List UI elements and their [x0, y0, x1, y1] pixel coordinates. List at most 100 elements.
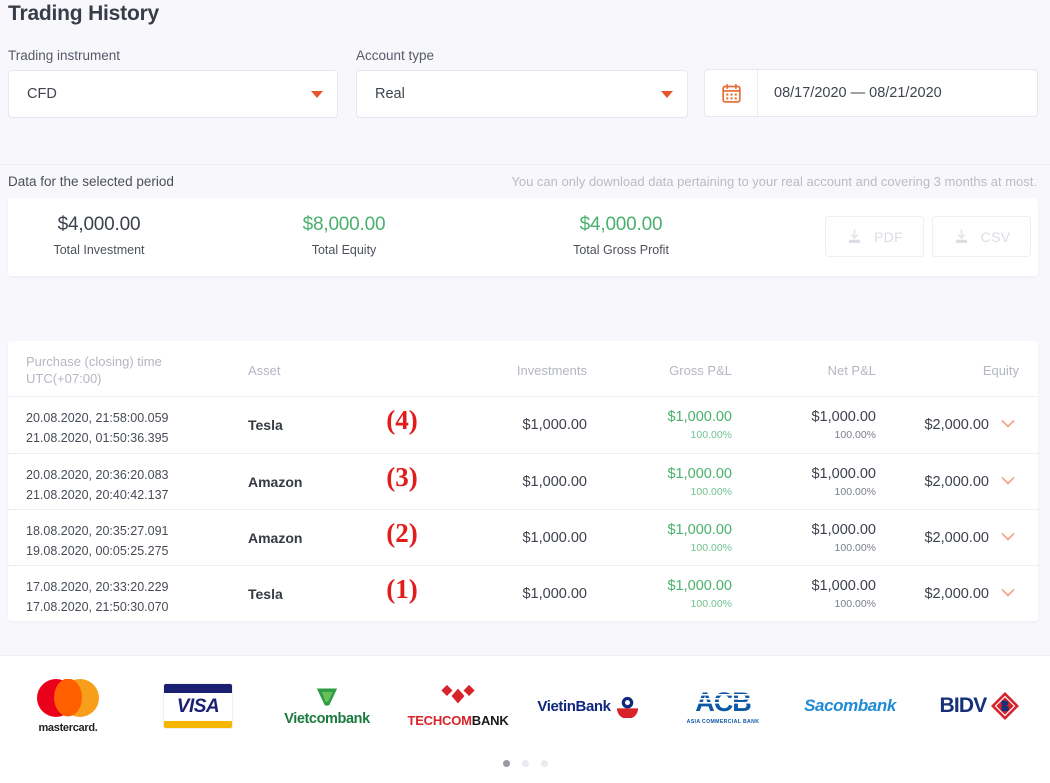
- download-icon: [848, 229, 861, 243]
- cell-equity: $2,000.00: [924, 417, 989, 433]
- stat-total-gross-profit: $4,000.00 Total Gross Profit: [518, 214, 724, 257]
- carousel-dot[interactable]: [540, 760, 548, 767]
- logo-techcombank: TECHCOMBANK: [403, 656, 513, 756]
- table-header: Purchase (closing) time UTC(+07:00) Asse…: [8, 341, 1038, 397]
- payment-partners-footer: mastercard. VISA Vietcombank TECHCOMBANK…: [0, 655, 1050, 783]
- period-strip: Data for the selected period You can onl…: [0, 164, 1050, 198]
- trading-history-page: Trading History Trading instrument CFD A…: [0, 0, 1050, 783]
- bidv-wordmark: BIDV: [939, 694, 988, 717]
- summary-card: $4,000.00 Total Investment $8,000.00 Tot…: [8, 198, 1038, 276]
- download-csv-label: CSV: [980, 228, 1011, 245]
- table-body: 20.08.2020, 21:58:00.059 21.08.2020, 01:5…: [8, 397, 1038, 621]
- carousel-dot[interactable]: [521, 760, 529, 767]
- chevron-down-icon[interactable]: [1001, 419, 1015, 429]
- open-time: 20.08.2020, 20:36:20.083: [26, 468, 169, 482]
- open-time: 18.08.2020, 20:35:27.091: [26, 524, 169, 538]
- chevron-down-icon[interactable]: [1001, 476, 1015, 486]
- cell-time: 18.08.2020, 20:35:27.091 19.08.2020, 00:0…: [26, 521, 169, 561]
- stat-value: $4,000.00: [579, 214, 663, 235]
- trading-instrument-label: Trading instrument: [8, 48, 121, 63]
- cell-asset: Amazon: [248, 474, 303, 490]
- cell-time: 20.08.2020, 21:58:00.059 21.08.2020, 01:5…: [26, 408, 169, 448]
- vietinbank-wordmark: VietinBank: [537, 697, 611, 715]
- table-row[interactable]: 17.08.2020, 20:33:20.229 17.08.2020, 21:5…: [8, 565, 1038, 621]
- logo-acb: ACB ASIA COMMERCIAL BANK: [668, 656, 778, 756]
- vietinbank-icon: [616, 696, 638, 718]
- stat-value: $8,000.00: [302, 214, 386, 235]
- account-type-field: Account type Real: [356, 48, 688, 118]
- cell-equity: $2,000.00: [924, 586, 989, 602]
- vietcombank-icon: [316, 688, 338, 706]
- close-time: 21.08.2020, 20:40:42.137: [26, 488, 169, 502]
- table-row[interactable]: 20.08.2020, 21:58:00.059 21.08.2020, 01:5…: [8, 397, 1038, 453]
- stat-value: $4,000.00: [57, 214, 141, 235]
- column-header-asset: Asset: [248, 363, 281, 378]
- techcombank-wordmark-b: BANK: [471, 713, 509, 728]
- stat-total-investment: $4,000.00 Total Investment: [8, 214, 190, 257]
- filter-bar: Trading instrument CFD Account type Real: [0, 48, 1050, 130]
- stat-total-equity: $8,000.00 Total Equity: [255, 214, 433, 257]
- date-range-picker[interactable]: 08/17/2020 — 08/21/2020: [704, 69, 1038, 117]
- acb-tagline: ASIA COMMERCIAL BANK: [686, 718, 760, 725]
- close-time: 19.08.2020, 00:05:25.275: [26, 544, 169, 558]
- page-title: Trading History: [8, 2, 160, 25]
- trading-instrument-select[interactable]: CFD: [8, 70, 338, 118]
- logo-visa: VISA: [162, 656, 234, 756]
- bidv-icon: [991, 692, 1020, 720]
- carousel-dots[interactable]: [0, 760, 1050, 767]
- stat-label: Total Investment: [53, 243, 145, 257]
- visa-wordmark: VISA: [176, 696, 220, 717]
- visa-icon: VISA: [163, 683, 233, 729]
- cell-asset: Amazon: [248, 530, 303, 546]
- chevron-down-icon[interactable]: [1001, 588, 1015, 598]
- cell-asset: Tesla: [248, 586, 283, 602]
- column-header-time-line2: UTC(+07:00): [26, 371, 102, 386]
- stat-label: Total Equity: [311, 243, 377, 257]
- table-row[interactable]: 18.08.2020, 20:35:27.091 19.08.2020, 00:0…: [8, 509, 1038, 565]
- download-pdf-button[interactable]: PDF: [825, 216, 924, 257]
- mastercard-wordmark: mastercard.: [38, 721, 98, 734]
- open-time: 17.08.2020, 20:33:20.229: [26, 580, 169, 594]
- caret-down-icon: [311, 90, 323, 98]
- period-label: Data for the selected period: [8, 174, 174, 189]
- chevron-down-icon[interactable]: [1001, 532, 1015, 542]
- open-time: 20.08.2020, 21:58:00.059: [26, 411, 169, 425]
- techcombank-wordmark-a: TECHCOM: [407, 713, 472, 728]
- calendar-icon-cell: [705, 70, 758, 116]
- techcombank-icon: [441, 684, 475, 704]
- close-time: 21.08.2020, 01:50:36.395: [26, 431, 169, 445]
- trading-instrument-field: Trading instrument CFD: [8, 48, 338, 118]
- calendar-icon: [721, 83, 741, 103]
- logo-sacombank: Sacombank: [795, 656, 905, 756]
- acb-wordmark: ACB: [695, 688, 752, 716]
- partner-logo-carousel: mastercard. VISA Vietcombank TECHCOMBANK…: [0, 656, 1050, 756]
- column-header-time: Purchase (closing) time UTC(+07:00): [26, 353, 162, 387]
- account-type-select[interactable]: Real: [356, 70, 688, 118]
- sacombank-wordmark: Sacombank: [804, 696, 896, 715]
- account-type-value: Real: [375, 86, 405, 102]
- logo-vietinbank: VietinBank: [533, 656, 643, 756]
- trading-instrument-value: CFD: [27, 86, 57, 102]
- table-row[interactable]: 20.08.2020, 20:36:20.083 21.08.2020, 20:4…: [8, 453, 1038, 509]
- vietcombank-wordmark: Vietcombank: [284, 710, 370, 727]
- download-csv-button[interactable]: CSV: [932, 216, 1031, 257]
- caret-down-icon: [661, 90, 673, 98]
- column-header-equity: Equity: [982, 363, 1019, 378]
- cell-equity: $2,000.00: [924, 530, 989, 546]
- bidv-lockup: BIDV: [940, 691, 1021, 721]
- carousel-dot[interactable]: [502, 760, 510, 767]
- close-time: 17.08.2020, 21:50:30.070: [26, 600, 169, 614]
- cell-equity: $2,000.00: [924, 474, 989, 490]
- download-pdf-label: PDF: [874, 228, 903, 245]
- logo-mastercard: mastercard.: [22, 656, 114, 756]
- column-header-time-line1: Purchase (closing) time: [26, 354, 162, 369]
- stat-label: Total Gross Profit: [573, 243, 669, 257]
- techcombank-wordmark: TECHCOMBANK: [407, 713, 508, 728]
- download-restriction-note: You can only download data pertaining to…: [511, 174, 1037, 189]
- logo-bidv: BIDV: [925, 656, 1035, 756]
- mastercard-icon: [37, 678, 99, 717]
- cell-asset: Tesla: [248, 417, 283, 433]
- trading-history-table: Purchase (closing) time UTC(+07:00) Asse…: [8, 341, 1038, 621]
- acb-stripes-icon: [695, 693, 751, 704]
- cell-time: 20.08.2020, 20:36:20.083 21.08.2020, 20:4…: [26, 465, 169, 505]
